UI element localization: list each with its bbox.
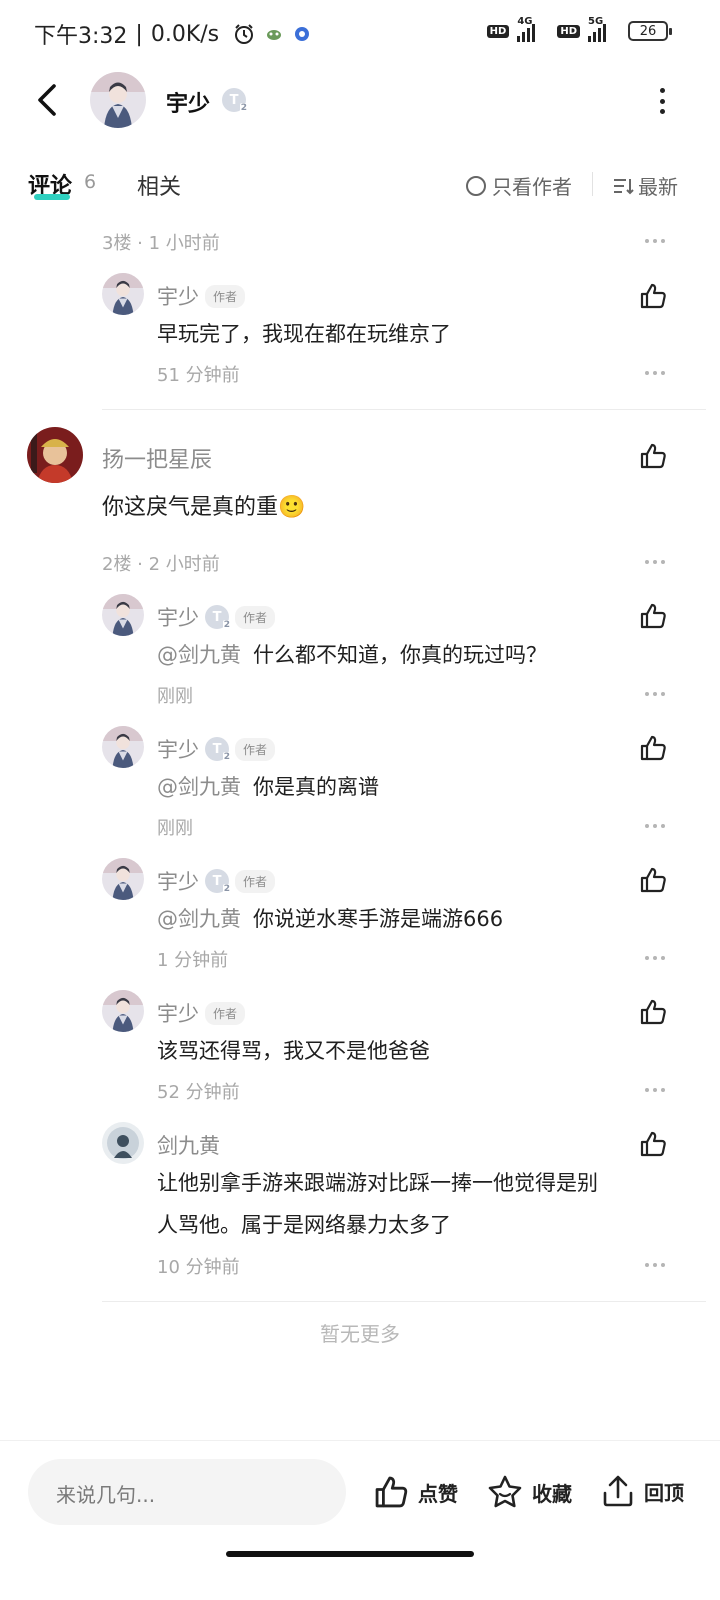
top-nav: 宇少 T2 [0,64,720,140]
tab-related[interactable]: 相关 [137,169,181,201]
active-tab-indicator [34,194,70,200]
user-avatar[interactable] [90,72,146,128]
radio-icon [466,175,486,196]
more-dots-icon[interactable] [644,370,666,376]
more-dots-icon[interactable] [644,823,666,829]
level-badge: T2 [205,869,231,894]
floor-meta: 3楼 · 1 小时前 [102,233,220,254]
reply-time: 1 分钟前 [157,950,229,971]
sort-button[interactable]: 最新 [612,171,678,200]
like-icon[interactable] [638,281,668,311]
more-dots-icon[interactable] [644,691,666,697]
like-icon[interactable] [638,601,668,631]
level-badge: T2 [205,605,231,630]
home-indicator[interactable] [226,1551,474,1557]
level-badge: T2 [205,737,231,762]
more-dots-icon[interactable] [644,1262,666,1268]
mention-link[interactable]: @剑九黄 [157,643,241,667]
author-only-toggle[interactable]: 只看作者 [466,171,572,200]
author-tag: 作者 [235,737,276,761]
star-icon [488,1475,522,1508]
upload-arrow-icon [603,1475,633,1507]
reply-username[interactable]: 宇少 T2 作者 [157,734,276,764]
back-to-top-button[interactable]: 回顶 [600,1473,684,1509]
alarm-icon [235,24,254,44]
network-speed: 0.0K/s [150,21,220,47]
like-icon[interactable] [638,441,668,471]
reply-time: 51 分钟前 [157,365,240,386]
more-options-icon[interactable] [656,88,668,114]
reply-time: 10 分钟前 [157,1257,240,1278]
more-dots-icon[interactable] [644,238,666,244]
reply-username[interactable]: 宇少 作者 [157,998,246,1028]
reply-time: 刚刚 [157,818,193,839]
mention-link[interactable]: @剑九黄 [157,775,241,799]
author-tag: 作者 [205,284,246,308]
more-dots-icon[interactable] [644,955,666,961]
reply-avatar[interactable] [102,726,144,768]
like-button[interactable]: 点赞 [372,1473,458,1511]
like-icon[interactable] [638,1129,668,1159]
like-icon[interactable] [638,997,668,1027]
comment-avatar[interactable] [27,427,83,483]
like-icon[interactable] [638,865,668,895]
sort-icon [614,178,634,194]
like-icon[interactable] [638,733,668,763]
reply-avatar[interactable] [102,858,144,900]
hd-badge: HD [486,24,510,38]
back-arrow-icon[interactable] [30,80,66,120]
more-dots-icon[interactable] [644,559,666,565]
author-tag: 作者 [235,869,276,893]
comment-username[interactable]: 扬一把星辰 [102,442,212,474]
signal-4g-icon: 4G [515,16,551,42]
app-notification-icon [295,27,310,41]
reply-avatar[interactable] [102,1122,144,1164]
reply-text: 该骂还得骂，我又不是他爸爸 [157,1039,430,1063]
status-divider: | [135,21,143,47]
level-badge: T2 [222,88,248,113]
reply-avatar[interactable] [102,273,144,315]
thread-divider [102,409,706,410]
divider [592,172,593,196]
mention-link[interactable]: @剑九黄 [157,907,241,931]
hd-badge: HD [557,24,580,38]
status-bar: 下午3:32 | 0.0K/s HD 4G HD 5G 26 [0,0,720,64]
reply-text: 让他别拿手游来跟端游对比踩一捧一他觉得是别 人骂他。属于是网络暴力太多了 [157,1171,598,1237]
tab-bar: 评论 6 相关 只看作者 最新 [0,160,720,208]
bottom-bar: 来说几句... 点赞 收藏 回顶 [0,1440,720,1600]
no-more-text: 暂无更多 [320,1322,400,1346]
reply-time: 刚刚 [157,686,193,707]
reply-username[interactable]: 宇少 T2 作者 [157,602,276,632]
reply-username[interactable]: 宇少 T2 作者 [157,866,276,896]
comment-input[interactable]: 来说几句... [28,1459,346,1525]
reply-time: 52 分钟前 [157,1082,240,1103]
author-tag: 作者 [235,605,276,629]
app-notification-icon [267,30,282,40]
reply-text: @剑九黄 什么都不知道，你真的玩过吗？ [157,643,547,667]
reply-username[interactable]: 宇少 作者 [157,281,246,311]
comment-text: 你这戾气是真的重🙂 [102,495,306,520]
signal-5g-icon: 5G [586,16,622,42]
like-icon [372,1473,410,1511]
reply-text: 早玩完了，我现在都在玩维京了 [157,322,451,346]
battery-indicator: 26 [628,21,672,41]
reply-avatar[interactable] [102,594,144,636]
thread-divider [102,1301,706,1302]
page-title[interactable]: 宇少 [166,86,210,118]
reply-avatar[interactable] [102,990,144,1032]
author-tag: 作者 [205,1001,246,1025]
more-dots-icon[interactable] [644,1087,666,1093]
reply-username[interactable]: 剑九黄 [157,1130,220,1160]
status-time: 下午3:32 [34,24,128,49]
reply-text: @剑九黄 你说逆水寒手游是端游666 [157,907,504,931]
comment-count: 6 [84,171,97,193]
favorite-button[interactable]: 收藏 [486,1473,572,1511]
reply-text: @剑九黄 你是真的离谱 [157,775,379,799]
floor-meta: 2楼 · 2 小时前 [102,554,220,575]
